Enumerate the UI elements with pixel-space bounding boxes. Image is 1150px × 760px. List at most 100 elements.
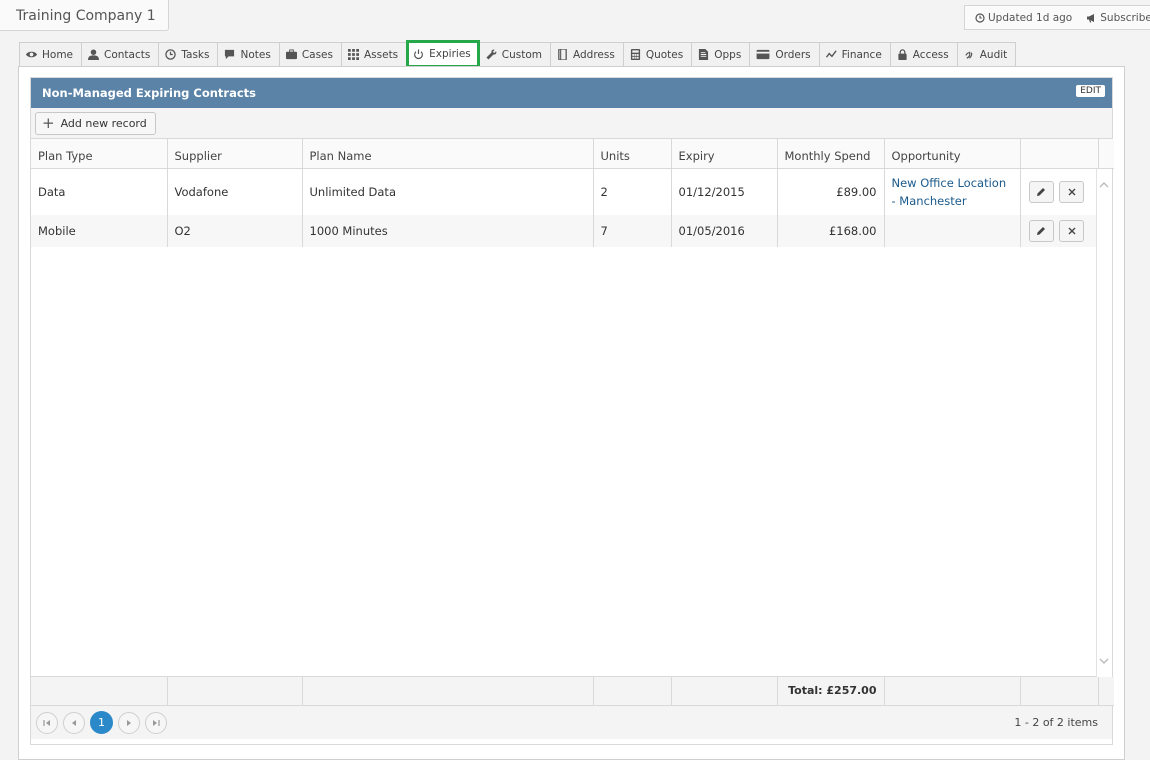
chevron-down-icon[interactable]: [1099, 658, 1109, 665]
column-header-expiry[interactable]: Expiry: [671, 139, 778, 169]
first-page-button[interactable]: [36, 711, 58, 734]
opportunity-link[interactable]: New Office Location - Manchester: [884, 168, 1021, 215]
last-page-icon: [153, 719, 160, 726]
tab-label: Cases: [301, 48, 333, 61]
grid-rows: Data Vodafone Unlimited Data 2 01/12/201…: [31, 168, 1098, 247]
tab-contacts[interactable]: Contacts: [81, 42, 159, 67]
user-icon: [88, 49, 100, 60]
grid-icon: [347, 49, 359, 60]
book-icon: [558, 49, 567, 60]
power-icon: [414, 48, 424, 59]
briefcase-icon: [285, 49, 297, 60]
speech-bubble-icon: [225, 49, 235, 60]
tab-home[interactable]: Home: [19, 42, 82, 67]
current-page-button[interactable]: 1: [90, 711, 113, 734]
pencil-icon: [1037, 226, 1045, 235]
table-row[interactable]: Mobile O2 1000 Minutes 7 01/05/2016 £168…: [31, 214, 1098, 247]
tab-label: Opps: [714, 48, 742, 61]
add-record-label: Add new record: [60, 117, 147, 130]
tab-label: Finance: [841, 48, 882, 61]
last-page-button[interactable]: [145, 711, 167, 734]
pager-info: 1 - 2 of 2 items: [1014, 716, 1098, 729]
tab-label: Access: [912, 48, 949, 61]
calculator-icon: [630, 49, 640, 60]
grid-footer: Total: £257.00: [31, 676, 1114, 706]
delete-row-button[interactable]: [1059, 219, 1085, 242]
lock-icon: [898, 49, 907, 60]
footer-cell: [593, 676, 672, 706]
row-actions: [1020, 169, 1098, 215]
edit-row-button[interactable]: [1028, 180, 1054, 203]
tab-finance[interactable]: Finance: [818, 42, 890, 67]
column-header-units[interactable]: Units: [593, 139, 672, 169]
cell-expiry: 01/12/2015: [671, 168, 778, 215]
tab-label: Home: [42, 48, 74, 61]
chevron-up-icon[interactable]: [1099, 181, 1109, 188]
credit-card-icon: [756, 49, 770, 60]
header-actions: Updated 1d ago Subscribe: [964, 5, 1150, 30]
cell-monthly-spend: £168.00: [777, 214, 885, 247]
column-header-plan-name[interactable]: Plan Name: [302, 139, 594, 169]
pencil-icon: [1037, 187, 1045, 196]
cell-plan-name: Unlimited Data: [302, 168, 594, 215]
line-chart-icon: [825, 50, 837, 58]
next-page-button[interactable]: [118, 711, 140, 734]
spend-total: Total: £257.00: [777, 676, 885, 706]
table-row[interactable]: Data Vodafone Unlimited Data 2 01/12/201…: [31, 168, 1098, 215]
tab-label: Audit: [979, 48, 1008, 61]
footer-cell: [884, 676, 1021, 706]
tab-opps[interactable]: Opps: [691, 42, 750, 67]
tab-cases[interactable]: Cases: [278, 42, 341, 67]
column-header-monthly-spend[interactable]: Monthly Spend: [777, 139, 885, 169]
footer-cell: [302, 676, 594, 706]
vertical-scrollbar[interactable]: [1096, 168, 1112, 677]
tab-assets[interactable]: Assets: [340, 42, 407, 67]
clock-icon: [975, 12, 985, 23]
tab-label: Assets: [363, 48, 399, 61]
tab-label: Quotes: [645, 48, 684, 61]
tab-tasks[interactable]: Tasks: [158, 42, 218, 67]
tab-address[interactable]: Address: [550, 42, 623, 67]
previous-page-button[interactable]: [63, 711, 85, 734]
cell-supplier: O2: [167, 214, 303, 247]
first-page-icon: [43, 719, 50, 726]
subscribe-link[interactable]: Subscribe: [1086, 12, 1150, 24]
wrench-icon: [486, 49, 497, 60]
column-header-opportunity[interactable]: Opportunity: [884, 139, 1021, 169]
edit-button[interactable]: EDIT: [1076, 85, 1105, 97]
grid-header: Plan Type Supplier Plan Name Units Expir…: [31, 139, 1114, 169]
column-header-plan-type[interactable]: Plan Type: [31, 139, 168, 169]
megaphone-icon: [1087, 13, 1095, 22]
record-tabs: Home Contacts Tasks Notes Cases Assets E…: [19, 40, 1017, 68]
tab-access[interactable]: Access: [889, 42, 957, 67]
edit-row-button[interactable]: [1028, 219, 1054, 242]
grid-toolbar: + Add new record: [31, 108, 1112, 139]
cell-supplier: Vodafone: [167, 168, 303, 215]
tab-expiries[interactable]: Expiries: [406, 40, 480, 68]
cell-monthly-spend: £89.00: [777, 168, 885, 215]
updated-status: Updated 1d ago: [975, 12, 1072, 24]
tab-label: Notes: [240, 48, 271, 61]
grid-body[interactable]: Data Vodafone Unlimited Data 2 01/12/201…: [31, 168, 1112, 677]
tab-label: Orders: [775, 48, 811, 61]
previous-page-icon: [72, 719, 76, 726]
panel-header: Non-Managed Expiring Contracts EDIT: [31, 78, 1112, 108]
plus-icon: +: [42, 114, 55, 132]
tab-custom[interactable]: Custom: [479, 42, 550, 67]
tab-notes[interactable]: Notes: [217, 42, 279, 67]
opportunity-link[interactable]: [884, 214, 1021, 247]
tab-orders[interactable]: Orders: [749, 42, 819, 67]
tab-quotes[interactable]: Quotes: [622, 42, 692, 67]
cell-expiry: 01/05/2016: [671, 214, 778, 247]
add-record-button[interactable]: + Add new record: [35, 112, 156, 135]
column-header-supplier[interactable]: Supplier: [167, 139, 303, 169]
fingerprint-icon: [965, 51, 973, 59]
tab-label: Custom: [501, 48, 542, 61]
tab-audit[interactable]: Audit: [956, 42, 1017, 67]
footer-cell: [167, 676, 303, 706]
next-page-icon: [127, 719, 131, 726]
document-icon: [699, 49, 709, 60]
footer-cell: [31, 676, 168, 706]
delete-row-button[interactable]: [1059, 180, 1085, 203]
column-header-scroll-spacer: [1098, 139, 1114, 169]
